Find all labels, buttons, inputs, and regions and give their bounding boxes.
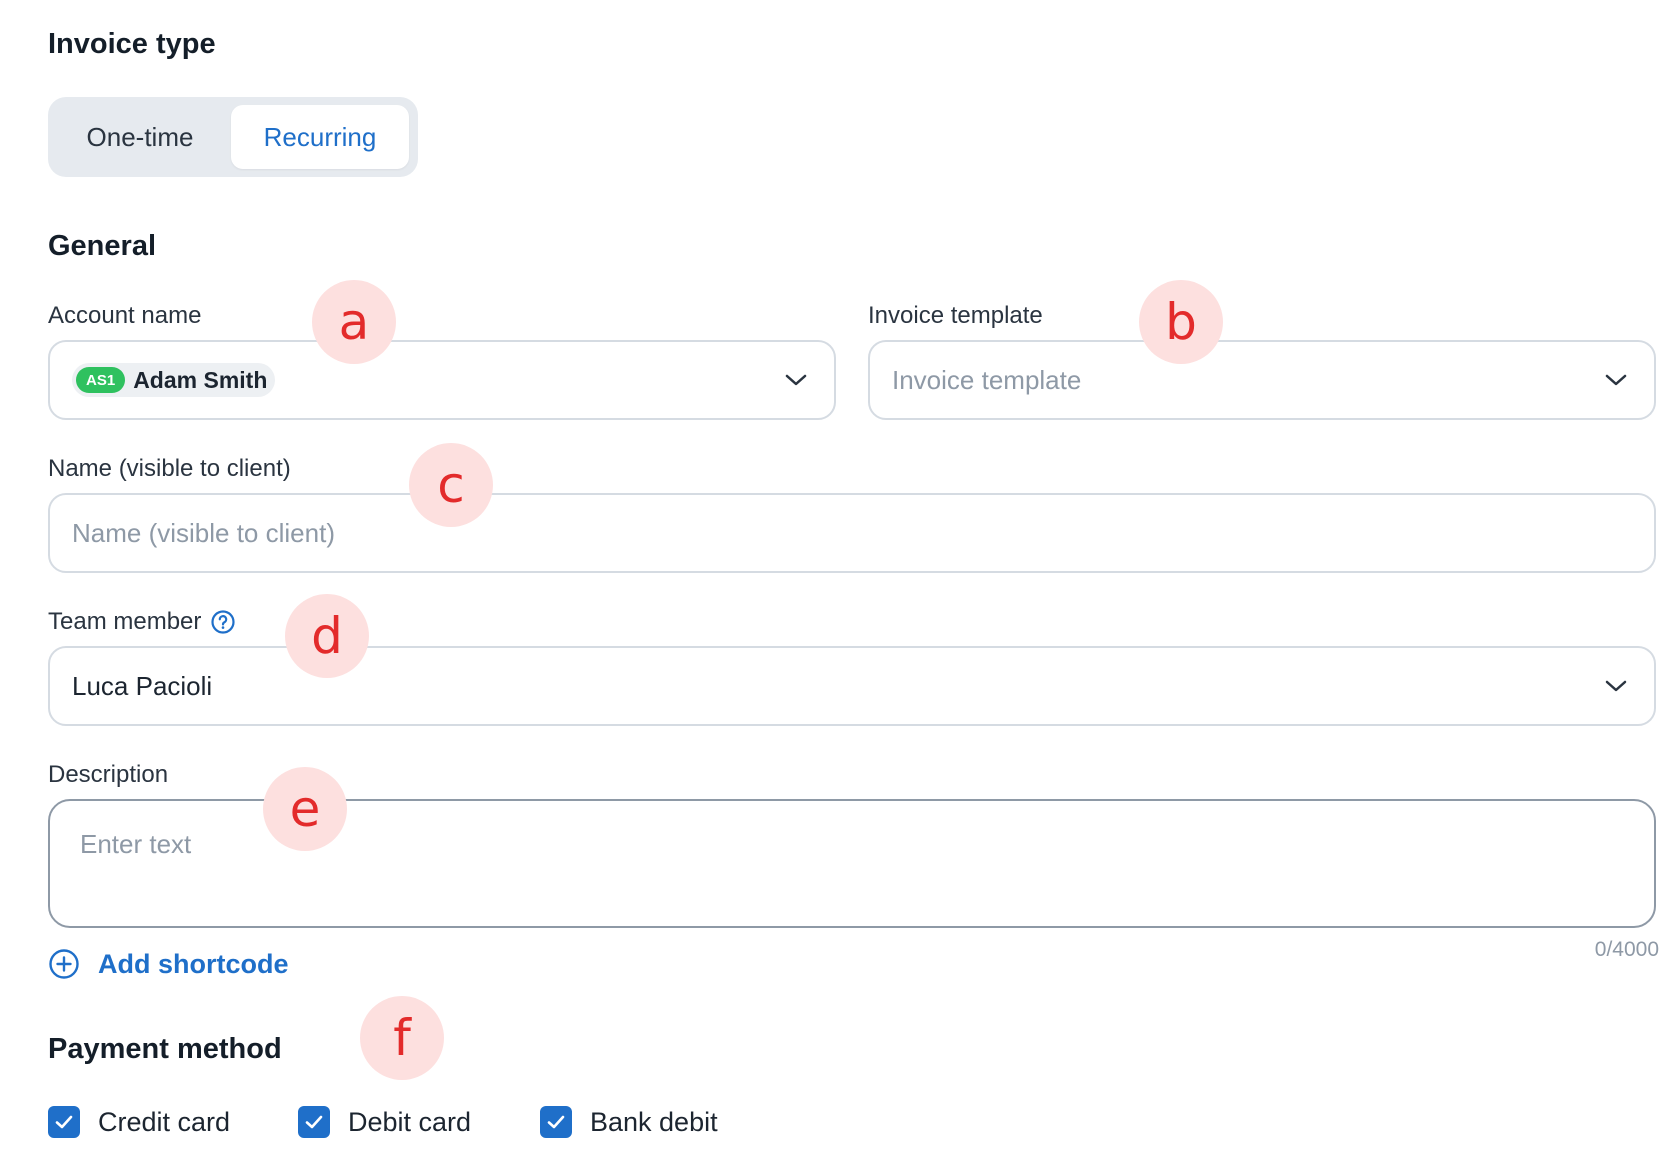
chevron-down-icon (1605, 374, 1627, 386)
debit-card-checkbox[interactable] (298, 1106, 330, 1138)
client-name-input[interactable]: Name (visible to client) (48, 493, 1656, 573)
team-member-label: Team member (48, 608, 202, 635)
payment-method-heading: Payment method (48, 1033, 282, 1065)
chevron-down-icon (1605, 680, 1627, 692)
bank-debit-label: Bank debit (590, 1106, 718, 1137)
team-member-value: Luca Pacioli (72, 670, 213, 701)
account-name-value: Adam Smith (133, 366, 268, 393)
client-name-placeholder: Name (visible to client) (72, 517, 335, 548)
add-shortcode-label: Add shortcode (98, 948, 289, 979)
recurring-option[interactable]: Recurring (231, 105, 409, 169)
invoice-template-placeholder: Invoice template (892, 364, 1082, 395)
account-chip: AS1 Adam Smith (72, 363, 276, 397)
checkmark-icon (55, 1115, 73, 1129)
marker-f: f (360, 996, 444, 1080)
marker-b: b (1139, 280, 1223, 364)
marker-e: e (263, 767, 347, 851)
credit-card-label: Credit card (98, 1106, 231, 1137)
bank-debit-checkbox[interactable] (540, 1106, 572, 1138)
client-name-label: Name (visible to client) (48, 455, 291, 482)
credit-card-checkbox[interactable] (48, 1106, 80, 1138)
marker-d: d (285, 594, 369, 678)
one-time-option[interactable]: One-time (56, 105, 224, 169)
credit-card-option: Credit card (48, 1106, 230, 1138)
invoice-template-dropdown[interactable]: Invoice template (868, 340, 1656, 420)
marker-c: c (409, 443, 493, 527)
team-member-label-row: Team member (48, 608, 236, 636)
bank-debit-option: Bank debit (540, 1106, 718, 1138)
debit-card-option: Debit card (298, 1106, 471, 1138)
invoice-template-label: Invoice template (868, 302, 1043, 329)
description-placeholder: Enter text (80, 829, 192, 859)
description-label: Description (48, 761, 169, 788)
team-member-dropdown[interactable]: Luca Pacioli (48, 646, 1656, 726)
checkmark-icon (547, 1115, 565, 1129)
debit-card-label: Debit card (348, 1106, 472, 1137)
checkmark-icon (305, 1115, 323, 1129)
marker-a: a (312, 280, 396, 364)
general-heading: General (48, 230, 156, 262)
invoice-type-heading: Invoice type (48, 28, 216, 60)
character-counter: 0/4000 (1594, 938, 1659, 961)
chevron-down-icon (785, 374, 807, 386)
account-badge: AS1 (76, 367, 126, 393)
account-name-dropdown[interactable]: AS1 Adam Smith (48, 340, 836, 420)
add-circle-icon (49, 949, 79, 979)
invoice-type-toggle: One-time Recurring (48, 97, 418, 177)
help-icon[interactable] (210, 609, 236, 635)
account-name-label: Account name (48, 302, 202, 329)
add-shortcode-button[interactable]: Add shortcode (48, 948, 289, 980)
